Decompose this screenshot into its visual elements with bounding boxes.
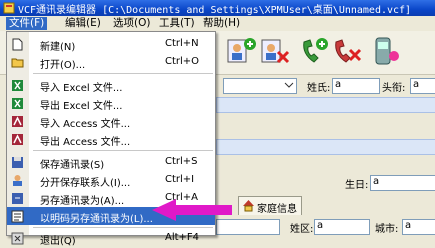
- menu-item-import-excel[interactable]: 导入 Excel 文件...: [7, 76, 215, 94]
- title-field[interactable]: a: [410, 78, 435, 94]
- menu-options[interactable]: 选项(O): [110, 17, 153, 30]
- tab-home-info[interactable]: 家庭信息: [238, 196, 302, 215]
- group-select[interactable]: [223, 78, 297, 94]
- save-plain-icon: [11, 210, 24, 223]
- surname-label: 姓氏:: [307, 83, 331, 94]
- surname-field[interactable]: a: [332, 78, 380, 94]
- tab-home-info-label: 家庭信息: [257, 204, 297, 215]
- menu-item-export-excel[interactable]: 导出 Excel 文件...: [7, 94, 215, 112]
- phone-delete-icon[interactable]: [330, 34, 364, 68]
- delete-contact-icon[interactable]: [258, 34, 292, 68]
- district-field[interactable]: a: [314, 219, 370, 235]
- phone-add-icon[interactable]: [298, 34, 332, 68]
- app-icon: [3, 2, 15, 14]
- menu-edit[interactable]: 编辑(E): [62, 17, 104, 30]
- save-icon: [11, 156, 24, 169]
- info-strip: [216, 139, 435, 155]
- menu-separator: [33, 73, 213, 74]
- window-title: VCF通讯录编辑器 [C:\Documents and Settings\XPM…: [18, 5, 412, 16]
- title-bar: VCF通讯录编辑器 [C:\Documents and Settings\XPM…: [0, 0, 435, 16]
- open-folder-icon: [11, 56, 24, 69]
- exit-icon: [11, 232, 24, 245]
- menu-item-split-save[interactable]: 分开保存联系人(I)... Ctrl+I: [7, 171, 215, 189]
- excel-export-icon: [11, 97, 24, 110]
- menu-item-export-access[interactable]: 导出 Access 文件...: [7, 130, 215, 148]
- district-label: 姓区:: [290, 224, 314, 235]
- menu-file[interactable]: 文件(F): [6, 17, 48, 30]
- menu-item-save[interactable]: 保存通讯录(S) Ctrl+S: [7, 153, 215, 171]
- annotation-arrow: [152, 199, 232, 221]
- contact-strip: [216, 97, 435, 113]
- menu-separator: [33, 150, 213, 151]
- menu-item-import-access[interactable]: 导入 Access 文件...: [7, 112, 215, 130]
- split-save-icon: [11, 174, 24, 187]
- menu-item-new[interactable]: 新建(N) Ctrl+N: [7, 35, 215, 53]
- menu-help[interactable]: 帮助(H): [200, 17, 243, 30]
- new-document-icon: [11, 38, 24, 51]
- menu-bar: 文件(F) 编辑(E) 选项(O) 工具(T) 帮助(H): [0, 16, 435, 31]
- city-label: 城市:: [375, 224, 399, 235]
- mobile-phone-icon[interactable]: [368, 34, 402, 68]
- access-import-icon: [11, 115, 24, 128]
- menu-item-exit[interactable]: 退出(Q) Alt+F4: [7, 229, 215, 247]
- menu-item-open[interactable]: 打开(O)... Ctrl+O: [7, 53, 215, 71]
- add-contact-icon[interactable]: [224, 34, 258, 68]
- title-label: 头衔:: [382, 83, 406, 94]
- birthday-field[interactable]: a: [370, 175, 435, 191]
- city-field[interactable]: a: [402, 219, 435, 235]
- menu-tools[interactable]: 工具(T): [156, 17, 198, 30]
- access-export-icon: [11, 133, 24, 146]
- excel-import-icon: [11, 79, 24, 92]
- birthday-label: 生日:: [345, 180, 369, 191]
- menu-separator: [33, 227, 213, 228]
- save-as-icon: [11, 192, 24, 205]
